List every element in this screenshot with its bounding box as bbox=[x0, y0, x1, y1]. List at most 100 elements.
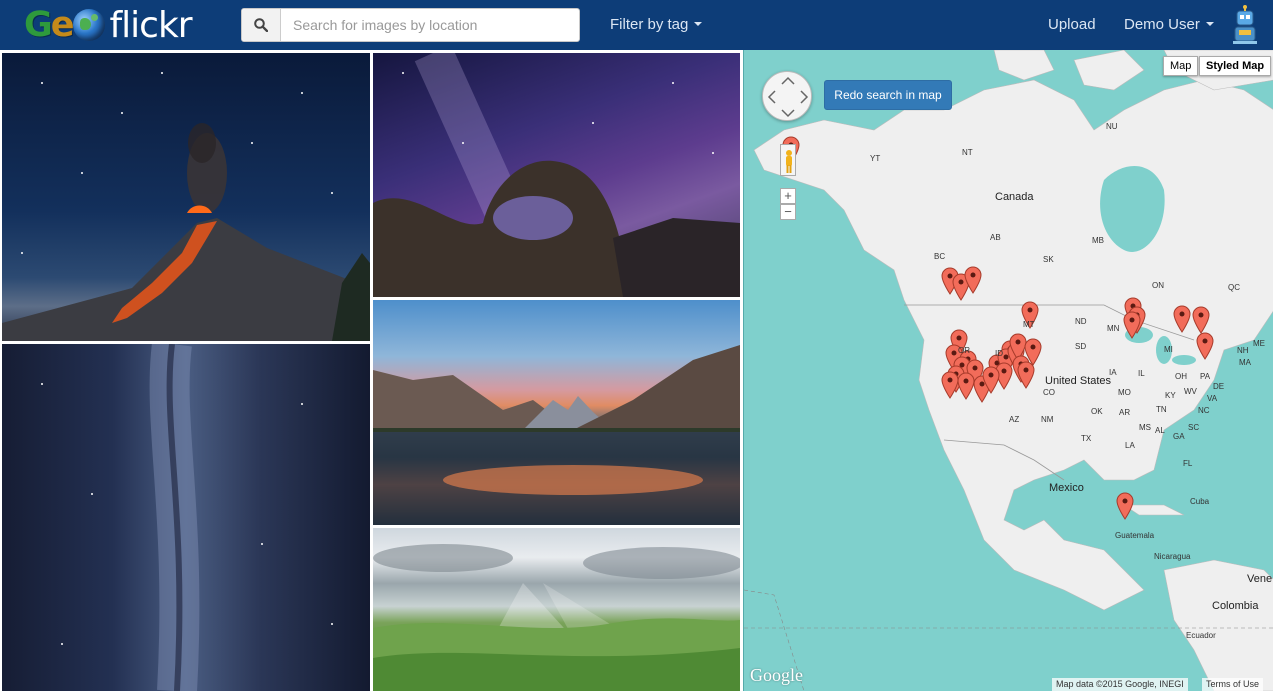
label-canada: Canada bbox=[995, 191, 1034, 203]
map-marker-icon[interactable] bbox=[941, 371, 959, 399]
photo-stone-arch[interactable] bbox=[373, 53, 740, 297]
label-yt: YT bbox=[870, 154, 881, 163]
milky-way-illustration bbox=[41, 344, 333, 691]
label-sc: SC bbox=[1188, 423, 1200, 432]
label-nt: NT bbox=[962, 148, 973, 157]
map-attribution: Map data ©2015 Google, INEGI bbox=[1052, 678, 1188, 691]
lake-illustration bbox=[373, 345, 740, 525]
label-qc: QC bbox=[1228, 283, 1240, 292]
label-nh: NH bbox=[1237, 346, 1249, 355]
arch-illustration bbox=[373, 53, 740, 297]
label-mexico: Mexico bbox=[1049, 482, 1084, 494]
label-ma: MA bbox=[1239, 358, 1251, 367]
label-wv: WV bbox=[1184, 387, 1197, 396]
zoom-in-button[interactable]: + bbox=[780, 188, 796, 204]
label-ky: KY bbox=[1165, 391, 1176, 400]
label-on: ON bbox=[1152, 281, 1164, 290]
label-fl: FL bbox=[1183, 459, 1193, 468]
map[interactable] bbox=[743, 50, 1273, 691]
map-marker-icon[interactable] bbox=[982, 366, 1000, 394]
label-or: OR bbox=[958, 346, 970, 355]
label-ia: IA bbox=[1109, 368, 1117, 377]
app-logo[interactable]: Ge flickr bbox=[24, 4, 193, 46]
label-nicaragua: Nicaragua bbox=[1154, 552, 1191, 561]
label-tn: TN bbox=[1156, 405, 1167, 414]
label-mo: MO bbox=[1118, 388, 1131, 397]
photo-green-hills[interactable] bbox=[373, 528, 740, 691]
map-marker-icon[interactable] bbox=[964, 266, 982, 294]
globe-icon bbox=[73, 9, 106, 41]
logo-geo: Ge bbox=[24, 5, 74, 45]
pan-arrows-icon bbox=[767, 76, 809, 118]
label-bc: BC bbox=[934, 252, 946, 261]
label-cuba: Cuba bbox=[1190, 497, 1210, 506]
label-ga: GA bbox=[1173, 432, 1185, 441]
label-nu: NU bbox=[1106, 122, 1118, 131]
pegman-icon bbox=[786, 150, 792, 173]
label-me: ME bbox=[1253, 339, 1265, 348]
label-mt: MT bbox=[1023, 320, 1035, 329]
label-ok: OK bbox=[1091, 407, 1103, 416]
map-marker-icon[interactable] bbox=[1196, 332, 1214, 360]
label-mb: MB bbox=[1092, 236, 1104, 245]
logo-flickr: flickr bbox=[109, 4, 192, 46]
caret-down-icon bbox=[1205, 22, 1214, 26]
hills-illustration bbox=[373, 544, 740, 691]
photo-mountain-lake[interactable] bbox=[373, 300, 740, 525]
label-sk: SK bbox=[1043, 255, 1054, 264]
user-menu-dropdown[interactable]: Demo User bbox=[1124, 16, 1214, 33]
label-nm: NM bbox=[1041, 415, 1054, 424]
caret-down-icon bbox=[694, 22, 703, 26]
label-ecuador: Ecuador bbox=[1186, 631, 1216, 640]
search-icon bbox=[254, 18, 268, 32]
label-ab: AB bbox=[990, 233, 1001, 242]
user-name: Demo User bbox=[1124, 16, 1200, 33]
avatar[interactable] bbox=[1229, 5, 1261, 45]
filter-label: Filter by tag bbox=[610, 16, 689, 33]
label-colombia: Colombia bbox=[1212, 600, 1259, 612]
search-box bbox=[241, 8, 580, 42]
label-al: AL bbox=[1155, 426, 1165, 435]
street-view-pegman[interactable] bbox=[780, 144, 796, 176]
label-guatemala: Guatemala bbox=[1115, 531, 1155, 540]
label-sd: SD bbox=[1075, 342, 1087, 351]
redo-search-button[interactable]: Redo search in map bbox=[824, 80, 952, 110]
google-logo: Google bbox=[750, 665, 803, 685]
pan-control[interactable] bbox=[762, 71, 812, 121]
photo-volcano[interactable] bbox=[2, 53, 370, 341]
upload-link[interactable]: Upload bbox=[1048, 16, 1096, 33]
label-nc: NC bbox=[1198, 406, 1210, 415]
label-id: ID bbox=[995, 349, 1003, 358]
map-marker-icon[interactable] bbox=[1116, 492, 1134, 520]
map-marker-icon[interactable] bbox=[1173, 305, 1191, 333]
label-de: DE bbox=[1213, 382, 1225, 391]
label-la: LA bbox=[1125, 441, 1135, 450]
label-il: IL bbox=[1138, 369, 1145, 378]
label-mi: MI bbox=[1164, 345, 1173, 354]
label-united-states: United States bbox=[1045, 375, 1112, 387]
label-vene: Vene bbox=[1247, 573, 1273, 585]
label-mn: MN bbox=[1107, 324, 1120, 333]
navbar: Ge flickr Filter by tag Upload Demo User bbox=[0, 0, 1273, 50]
map-marker-icon[interactable] bbox=[1017, 361, 1035, 389]
map-type-map-button[interactable]: Map bbox=[1163, 56, 1199, 76]
label-tx: TX bbox=[1081, 434, 1092, 443]
label-ar: AR bbox=[1119, 408, 1131, 417]
label-co: CO bbox=[1043, 388, 1055, 397]
map-marker-icon[interactable] bbox=[1192, 306, 1210, 334]
search-button[interactable] bbox=[242, 9, 281, 41]
label-va: VA bbox=[1207, 394, 1218, 403]
label-ms: MS bbox=[1139, 423, 1151, 432]
map-type-styled-button[interactable]: Styled Map bbox=[1199, 56, 1272, 76]
label-pa: PA bbox=[1200, 372, 1211, 381]
map-marker-icon[interactable] bbox=[1123, 311, 1141, 339]
label-oh: OH bbox=[1175, 372, 1187, 381]
filter-by-tag-dropdown[interactable]: Filter by tag bbox=[610, 16, 703, 33]
label-az: AZ bbox=[1009, 415, 1020, 424]
label-nd: ND bbox=[1075, 317, 1087, 326]
photo-milky-way[interactable] bbox=[2, 344, 370, 691]
zoom-out-button[interactable]: − bbox=[780, 204, 796, 220]
terms-of-use-link[interactable]: Terms of Use bbox=[1202, 678, 1264, 691]
search-input[interactable] bbox=[281, 9, 579, 41]
volcano-illustration bbox=[2, 72, 370, 341]
